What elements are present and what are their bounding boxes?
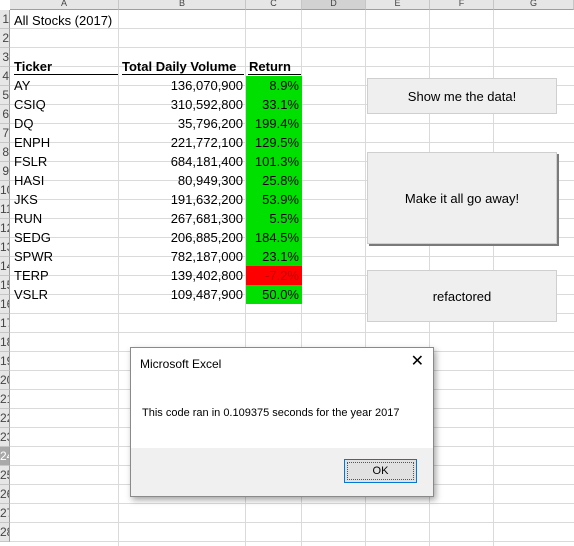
row-header[interactable]: 6 (0, 105, 10, 124)
show-data-button[interactable]: Show me the data! (367, 78, 557, 114)
return-cell[interactable]: 50.0% (246, 285, 302, 304)
row-header[interactable]: 27 (0, 504, 10, 523)
row-gridline (10, 522, 574, 523)
column-header[interactable]: F (430, 0, 494, 10)
row-header[interactable]: 28 (0, 523, 10, 542)
column-header[interactable]: G (494, 0, 574, 10)
row-header[interactable]: 22 (0, 409, 10, 428)
row-header[interactable]: 2 (0, 29, 10, 48)
volume-cell[interactable]: 191,632,200 (119, 190, 246, 209)
ticker-cell[interactable]: VSLR (14, 285, 114, 304)
column-header[interactable]: D (302, 0, 366, 10)
row-header[interactable]: 15 (0, 276, 10, 295)
row-gridline (10, 503, 574, 504)
volume-cell[interactable]: 782,187,000 (119, 247, 246, 266)
row-header[interactable]: 13 (0, 238, 10, 257)
ticker-cell[interactable]: RUN (14, 209, 114, 228)
row-header[interactable]: 7 (0, 124, 10, 143)
ok-button[interactable]: OK (344, 459, 417, 483)
row-header[interactable]: 25 (0, 466, 10, 485)
volume-cell[interactable]: 206,885,200 (119, 228, 246, 247)
ticker-cell[interactable]: AY (14, 76, 114, 95)
return-cell[interactable]: 184.5% (246, 228, 302, 247)
spreadsheet[interactable]: ABCDEFG 12345678910111213141516171819202… (0, 0, 574, 546)
message-dialog[interactable]: Microsoft Excel ✕ This code ran in 0.109… (130, 347, 434, 497)
row-header[interactable]: 21 (0, 390, 10, 409)
dialog-footer: OK (131, 448, 433, 496)
return-cell[interactable]: 25.8% (246, 171, 302, 190)
return-cell[interactable]: 53.9% (246, 190, 302, 209)
ticker-cell[interactable]: TERP (14, 266, 114, 285)
row-header[interactable]: 23 (0, 428, 10, 447)
return-cell[interactable]: 8.9% (246, 76, 302, 95)
volume-cell[interactable]: 221,772,100 (119, 133, 246, 152)
close-icon[interactable]: ✕ (411, 354, 424, 370)
row-header[interactable]: 1 (0, 10, 10, 29)
return-cell[interactable]: 23.1% (246, 247, 302, 266)
return-cell[interactable]: 129.5% (246, 133, 302, 152)
dialog-message: This code ran in 0.109375 seconds for th… (142, 407, 400, 419)
sheet-title[interactable]: All Stocks (2017) (14, 11, 134, 30)
ticker-cell[interactable]: DQ (14, 114, 114, 133)
refactored-button[interactable]: refactored (367, 270, 557, 322)
row-header[interactable]: 3 (0, 48, 10, 67)
row-header[interactable]: 11 (0, 200, 10, 219)
clear-button[interactable]: Make it all go away! (367, 152, 557, 244)
row-header[interactable]: 20 (0, 371, 10, 390)
ticker-cell[interactable]: FSLR (14, 152, 114, 171)
volume-cell[interactable]: 109,487,900 (119, 285, 246, 304)
ticker-cell[interactable]: ENPH (14, 133, 114, 152)
row-header[interactable]: 26 (0, 485, 10, 504)
row-header[interactable]: 9 (0, 162, 10, 181)
volume-cell[interactable]: 80,949,300 (119, 171, 246, 190)
row-gridline (10, 332, 574, 333)
column-header[interactable]: C (246, 0, 302, 10)
row-header[interactable]: 16 (0, 295, 10, 314)
row-gridline (10, 47, 574, 48)
row-header[interactable]: 4 (0, 67, 10, 86)
dialog-title: Microsoft Excel (140, 357, 222, 371)
row-header[interactable]: 10 (0, 181, 10, 200)
ticker-cell[interactable]: SPWR (14, 247, 114, 266)
return-cell[interactable]: 5.5% (246, 209, 302, 228)
row-header[interactable]: 24 (0, 447, 10, 466)
volume-cell[interactable]: 136,070,900 (119, 76, 246, 95)
ticker-cell[interactable]: CSIQ (14, 95, 114, 114)
row-header[interactable]: 5 (0, 86, 10, 105)
column-header[interactable]: B (119, 0, 246, 10)
volume-cell[interactable]: 267,681,300 (119, 209, 246, 228)
row-header[interactable]: 14 (0, 257, 10, 276)
row-header[interactable]: 18 (0, 333, 10, 352)
row-header[interactable]: 8 (0, 143, 10, 162)
return-cell[interactable]: -7.2% (246, 266, 302, 285)
column-header[interactable]: E (366, 0, 430, 10)
volume-cell[interactable]: 139,402,800 (119, 266, 246, 285)
return-cell[interactable]: 33.1% (246, 95, 302, 114)
ticker-cell[interactable]: SEDG (14, 228, 114, 247)
row-gridline (10, 541, 574, 542)
ticker-cell[interactable]: HASI (14, 171, 114, 190)
header-underline-return (248, 74, 301, 75)
return-cell[interactable]: 101.3% (246, 152, 302, 171)
header-underline-ticker (14, 74, 118, 75)
volume-cell[interactable]: 35,796,200 (119, 114, 246, 133)
row-header[interactable]: 12 (0, 219, 10, 238)
volume-cell[interactable]: 310,592,800 (119, 95, 246, 114)
row-header[interactable]: 17 (0, 314, 10, 333)
return-cell[interactable]: 199.4% (246, 114, 302, 133)
header-underline-volume (122, 74, 244, 75)
ticker-cell[interactable]: JKS (14, 190, 114, 209)
row-header[interactable]: 19 (0, 352, 10, 371)
column-header[interactable]: A (10, 0, 119, 10)
volume-cell[interactable]: 684,181,400 (119, 152, 246, 171)
